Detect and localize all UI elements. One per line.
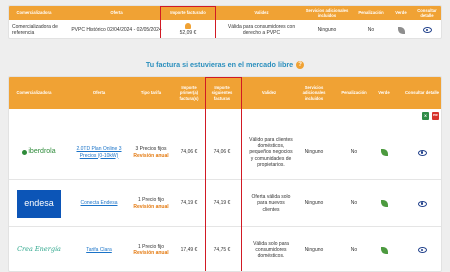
th-consultar: Consultar detalle [417,7,437,18]
logo-cell: endesa [13,180,65,227]
verde-cell [391,20,411,38]
highlight-importe-facturado [160,6,216,38]
comercializadora-cell: Comercializadora de referencia [12,23,58,36]
iberdrola-leaf-icon [22,150,28,155]
oferta-link[interactable]: 2.0TD Plan Online 3 Precios (0-10kW) [71,146,127,159]
validez-cell: Válida solo para consumidores domésticos… [253,240,289,260]
penalizacion-cell: No [350,149,358,156]
penalizacion-cell: No [367,26,375,33]
th-tipo-tarifa: Tipo tarifa [140,90,162,96]
endesa-logo-text: endesa [24,197,54,208]
importe-primera-cell: 74,19 € [180,200,198,207]
iberdrola-logo-text: iberdrola [28,148,56,156]
oferta-cell[interactable]: 2.0TD Plan Online 3 Precios (0-10kW) [71,125,127,180]
section-title-text: Tu factura si estuvieras en el mercado l… [145,60,294,69]
verde-cell [373,125,395,180]
tipo-tarifa-cell: 1 Precio fijo Revisión anual [129,180,173,227]
th-penalizacion: Penalización [341,90,367,96]
servicios-cell: Ninguno [317,26,337,33]
eye-icon[interactable] [422,27,432,33]
th-comercializadora: Comercializadora [16,10,52,16]
penalizacion-cell: No [350,200,358,207]
revision-label: Revisión anual [133,152,169,159]
tipo-tarifa-cell: 1 Precio fijo Revisión anual [129,227,173,271]
th-oferta: Oferta [110,10,123,16]
validez-cell: Oferta válida solo para nuevos clientes [251,194,291,213]
crea-energia-logo: Crea Energía [17,245,61,254]
th-oferta: Oferta [92,90,106,96]
th-verde: Verde [378,90,390,96]
penalizacion-cell: No [350,246,358,253]
top-table-header: Comercializadora Oferta Importe facturad… [9,6,441,20]
section-title: Tu factura si estuvieras en el mercado l… [0,60,450,70]
main-results-table: Comercializadora Oferta Tipo tarifa Impo… [8,76,442,272]
revision-label: Revisión anual [133,203,169,210]
tipo-tarifa-cell: 3 Precios fijos Revisión anual [129,125,173,180]
th-penalizacion: Penalización [358,10,384,16]
th-comercializadora: Comercializadora [16,90,52,96]
highlight-importe-siguientes [205,77,242,271]
th-importe-primera: Importe primer(a) factura(s) [179,85,199,101]
consultar-cell[interactable] [403,125,441,180]
importe-primera-cell: 17,49 € [180,246,198,253]
importe-primera-cell: 74,06 € [180,149,198,156]
logo-cell: Crea Energía [13,227,65,271]
leaf-icon [380,149,388,156]
eye-icon[interactable] [417,149,427,156]
leaf-icon [380,200,388,207]
top-results-table: Comercializadora Oferta Importe facturad… [8,5,442,39]
th-servicios: Servicios adicionales incluidos [305,7,349,18]
leaf-icon [380,246,388,254]
leaf-icon [397,26,405,34]
oferta-cell: PVPC Histórico 02/04/2024 - 02/05/2024 [71,26,162,33]
help-icon[interactable]: ? [296,61,305,70]
consultar-cell[interactable] [412,20,441,38]
servicios-cell: Ninguno [304,149,324,156]
top-table-row: Comercializadora de referencia PVPC Hist… [9,20,441,38]
oferta-link[interactable]: Conecta Endesa [81,200,118,206]
excel-export-icon[interactable]: X [422,112,429,120]
consultar-cell[interactable] [403,180,441,227]
revision-label: Revisión anual [133,250,169,256]
pdf-export-icon[interactable]: PDF [432,112,439,120]
iberdrola-logo: iberdrola [22,148,56,157]
logo-cell: iberdrola [11,125,67,180]
th-consultar: Consultar detalle [405,90,439,96]
consultar-cell[interactable] [403,227,441,271]
th-validez: Validez [254,10,269,16]
servicios-cell: Ninguno [304,200,324,207]
th-validez: Validez [261,90,277,96]
eye-icon[interactable] [417,200,427,207]
verde-cell [373,180,395,227]
oferta-link[interactable]: Tarifa Clara [86,247,112,253]
servicios-cell: Ninguno [304,246,324,253]
validez-cell: Válido para clientes domésticos, pequeño… [249,136,293,168]
verde-cell [373,227,395,271]
eye-icon[interactable] [417,247,427,253]
validez-cell: Válida para consumidores con derecho a P… [227,23,296,36]
th-servicios: Servicios adicionales incluidos [302,85,326,101]
th-verde: Verde [395,10,407,16]
oferta-cell[interactable]: Conecta Endesa [71,180,127,227]
endesa-logo: endesa [17,189,61,218]
oferta-cell[interactable]: Tarifa Clara [71,227,127,271]
